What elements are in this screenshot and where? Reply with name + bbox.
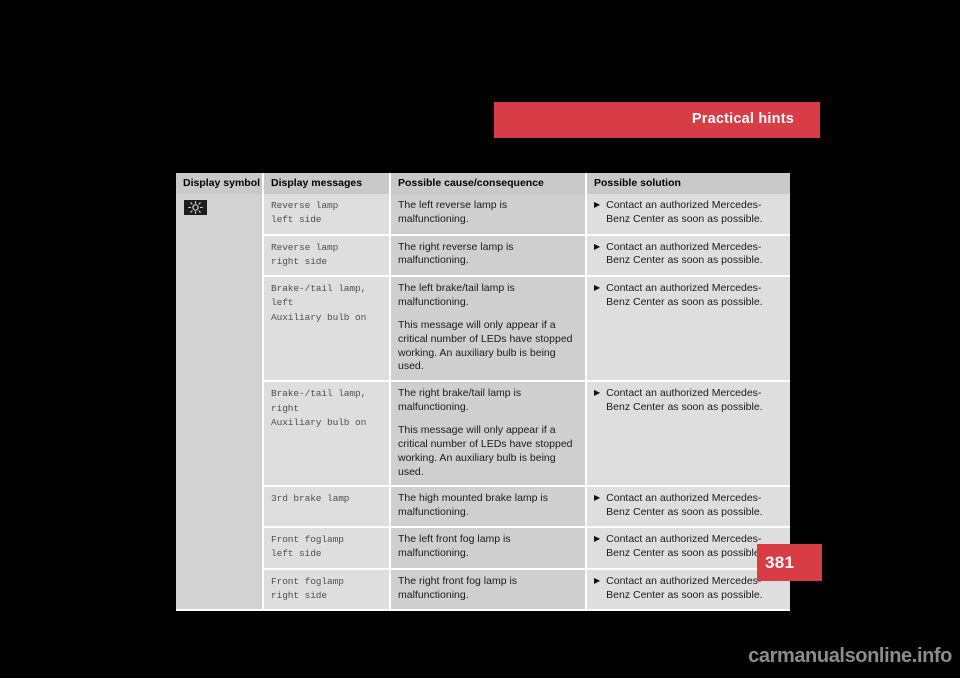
watermark-text: carmanualsonline.info [748,645,952,667]
solution-item: ▶ Contact an authorized Mercedes-Benz Cen… [594,199,783,227]
display-message-text: Brake-/tail lamp, right Auxiliary bulb o… [271,388,367,428]
solution-item: ▶ Contact an authorized Mercedes-Benz Cen… [594,492,783,520]
bullet-arrow-icon: ▶ [594,200,601,210]
display-messages-table: Display symbol Display messages Possible… [176,173,790,612]
table-row: Front foglamp left side The left front fo… [176,527,790,570]
display-message-cell: Brake-/tail lamp, right Auxiliary bulb o… [263,381,391,488]
table-header-row: Display symbol Display messages Possible… [176,173,790,195]
display-symbol-cell [176,194,264,612]
possible-cause-paragraph: The left reverse lamp is malfunctioning. [398,199,508,225]
possible-solution-cell: ▶ Contact an authorized Mercedes-Benz Cen… [586,276,790,383]
possible-solution-cell: ▶ Contact an authorized Mercedes-Benz Cen… [586,381,790,488]
column-header-display-symbol: Display symbol [176,173,264,195]
possible-cause-paragraph: This message will only appear if a criti… [398,424,573,478]
bullet-arrow-icon: ▶ [594,388,601,398]
display-message-cell: Reverse lamp right side [263,234,391,278]
display-message-text: Reverse lamp left side [271,200,339,226]
display-message-cell: Reverse lamp left side [263,194,391,236]
display-message-text: Brake-/tail lamp, left Auxiliary bulb on [271,283,367,323]
possible-cause-cell: The right front fog lamp is malfunctioni… [390,568,587,612]
display-message-text: Front foglamp left side [271,534,344,560]
display-message-text: Front foglamp right side [271,575,344,601]
bullet-arrow-icon: ▶ [594,283,601,293]
solution-text: Contact an authorized Mercedes-Benz Cent… [606,387,763,414]
possible-cause-paragraph: The left front fog lamp is malfunctionin… [398,533,511,560]
display-message-text: 3rd brake lamp [271,493,350,505]
possible-cause-cell: The left reverse lamp is malfunctioning. [390,194,587,236]
possible-cause-cell: The right brake/tail lamp is malfunction… [390,381,587,488]
possible-cause-paragraph: The right front fog lamp is malfunctioni… [398,574,518,601]
table-row: Brake-/tail lamp, left Auxiliary bulb on… [176,276,790,383]
possible-solution-cell: ▶ Contact an authorized Mercedes-Benz Cen… [586,194,790,236]
table-row: Brake-/tail lamp, right Auxiliary bulb o… [176,381,790,488]
solution-item: ▶ Contact an authorized Mercedes-Benz Cen… [594,282,783,310]
possible-solution-cell: ▶ Contact an authorized Mercedes-Benz Cen… [586,486,790,529]
solution-text: Contact an authorized Mercedes-Benz Cent… [606,492,763,519]
possible-cause-paragraph: The high mounted brake lamp is malfuncti… [398,492,548,519]
possible-cause-paragraph: The left brake/tail lamp is malfunctioni… [398,282,515,308]
possible-cause-cell: The high mounted brake lamp is malfuncti… [390,486,587,529]
display-message-cell: Front foglamp left side [263,527,391,570]
display-message-cell: Brake-/tail lamp, left Auxiliary bulb on [263,276,391,383]
solution-text: Contact an authorized Mercedes-Benz Cent… [606,199,763,225]
table-body: Reverse lamp left side The left reverse l… [176,194,790,612]
solution-item: ▶ Contact an authorized Mercedes-Benz Cen… [594,533,783,561]
page-title: Practical hints [691,111,794,127]
possible-cause-cell: The left brake/tail lamp is malfunctioni… [390,276,587,383]
bullet-arrow-icon: ▶ [594,241,601,251]
table-row: 3rd brake lamp The high mounted brake lam… [176,486,790,529]
table-row: Front foglamp right side The right front … [176,568,790,612]
display-message-cell: 3rd brake lamp [263,486,391,529]
display-messages-table-wrapper: Display symbol Display messages Possible… [176,173,790,612]
page-number: 381 [765,553,795,572]
solution-text: Contact an authorized Mercedes-Benz Cent… [606,240,763,267]
possible-cause-paragraph: This message will only appear if a criti… [398,318,573,373]
possible-cause-paragraph: The right reverse lamp is malfunctioning… [398,240,514,267]
column-header-display-messages: Display messages [263,173,391,195]
solution-text: Contact an authorized Mercedes-Benz Cent… [606,282,763,308]
bullet-arrow-icon: ▶ [594,534,601,544]
column-header-possible-solution: Possible solution [586,173,790,195]
column-header-possible-cause: Possible cause/consequence [390,173,587,195]
table-row: Reverse lamp left side The left reverse l… [176,194,790,612]
solution-item: ▶ Contact an authorized Mercedes-Benz Cen… [594,241,783,269]
lamp-bulb-indicator-icon [184,200,207,216]
possible-cause-cell: The left front fog lamp is malfunctionin… [390,527,587,570]
display-message-cell: Front foglamp right side [263,568,391,612]
solution-item: ▶ Contact an authorized Mercedes-Benz Cen… [594,387,783,415]
bullet-arrow-icon: ▶ [594,493,601,503]
possible-cause-cell: The right reverse lamp is malfunctioning… [390,234,587,278]
possible-solution-cell: ▶ Contact an authorized Mercedes-Benz Cen… [586,234,790,278]
bullet-arrow-icon: ▶ [594,575,601,585]
section-header-banner: Practical hints [494,102,820,138]
solution-item: ▶ Contact an authorized Mercedes-Benz Cen… [594,575,783,603]
page-number-badge: 381 [757,544,822,581]
display-message-text: Reverse lamp right side [271,241,339,267]
table-row: Reverse lamp right side The right reverse… [176,234,790,278]
possible-cause-paragraph: The right brake/tail lamp is malfunction… [398,387,522,414]
